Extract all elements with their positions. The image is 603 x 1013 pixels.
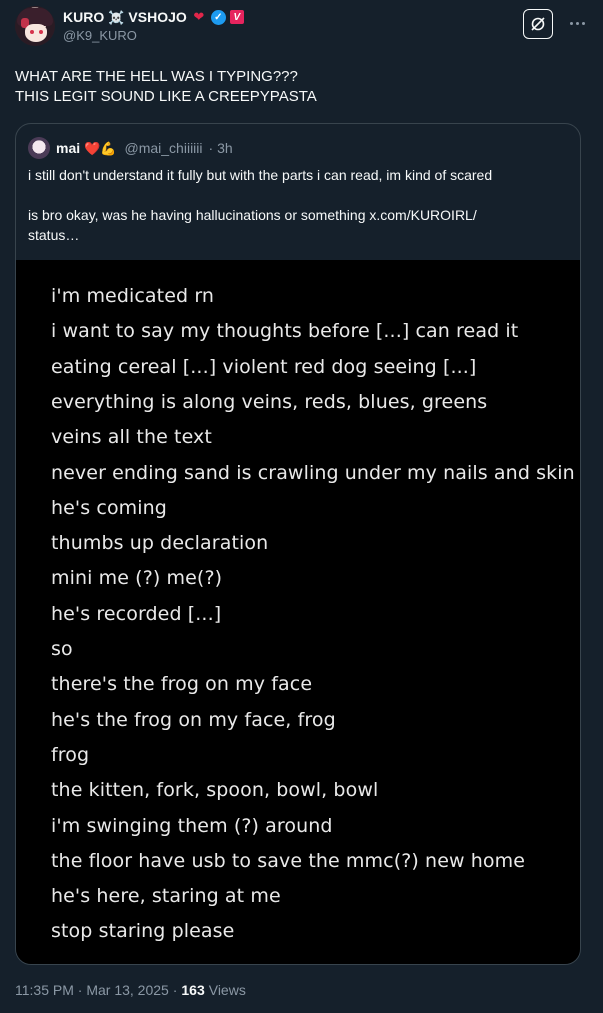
views-count: 163 [181,982,205,998]
tweet-page: KURO ☠️ VSHOJO ❤ ✓ V @K9_KURO WHAT ARE T… [0,0,603,1013]
author-avatar[interactable] [15,6,55,46]
quote-text-line-2: is bro okay, was he having hallucination… [28,207,477,223]
tweet-line-1: WHAT ARE THE HELL WAS I TYPING??? [15,68,298,85]
image-text-line: the kitten, fork, spoon, bowl, bowl [51,779,379,802]
more-icon [569,21,573,25]
image-text-line: i'm medicated rn [51,285,215,307]
quote-author-avatar[interactable] [28,137,50,159]
tweet-text: WHAT ARE THE HELL WAS I TYPING??? THIS L… [15,67,585,107]
image-text-line: he's here, staring at me [51,885,281,908]
image-text-line: everything is along veins, reds, blues, … [51,390,488,413]
image-text-line: i'm swinging them (?) around [51,814,333,837]
quote-text-line-3: status… [28,227,80,243]
quote-text-line-1: i still don't understand it fully but wi… [28,167,493,183]
tweet-header: KURO ☠️ VSHOJO ❤ ✓ V @K9_KURO [15,6,591,50]
image-text-line: frog [51,743,90,766]
skull-emoji: ☠️ [108,9,125,25]
quote-time[interactable]: · 3h [209,140,233,156]
grok-icon [531,17,545,31]
author-handle[interactable]: @K9_KURO [63,28,137,43]
author-name-row[interactable]: KURO ☠️ VSHOJO ❤ ✓ V [63,8,244,26]
quote-name-emoji: ❤️💪 [84,140,117,156]
image-text-line: there's the frog on my face [51,673,313,696]
quote-author-handle[interactable]: @mai_chiiiiii [125,140,203,156]
image-text-line: so [51,638,73,660]
views-label: Views [208,982,246,998]
grok-button[interactable] [523,9,553,39]
tweet-line-2: THIS LEGIT SOUND LIKE A CREEPYPASTA [15,88,317,105]
tweet-timestamp[interactable]: 11:35 PM · Mar 13, 2025 · [15,982,177,998]
image-text-line: thumbs up declaration [51,532,269,555]
image-text-line: i want to say my thoughts before [...] c… [51,320,519,343]
verified-icon[interactable]: ✓ [210,9,226,25]
image-text-line: never ending sand is crawling under my n… [51,461,575,484]
image-text-line: he's coming [51,496,167,519]
author-display-name[interactable]: KURO [63,9,104,25]
quoted-tweet-card[interactable]: mai ❤️💪 @mai_chiiiiii · 3h i still don't… [15,123,581,965]
image-text-line: he's the frog on my face, frog [51,708,336,731]
quote-image[interactable]: i'm medicated rn i want to say my thought… [16,260,580,964]
quote-text: i still don't understand it fully but wi… [28,165,568,245]
vshojo-badge-icon[interactable]: V [229,10,244,24]
image-text-line: veins all the text [51,426,212,449]
image-text-line: mini me (?) me(?) [51,567,223,590]
tweet-meta: 11:35 PM · Mar 13, 2025 · 163 Views [15,982,246,998]
heart-icon: ❤ [193,9,205,24]
quote-header: mai ❤️💪 @mai_chiiiiii · 3h [28,137,233,159]
image-text-line: he's recorded [...] [51,602,222,625]
image-text-line: eating cereal [...] violent red dog seei… [51,355,477,378]
image-text-line: stop staring please [51,920,235,943]
author-org-name[interactable]: VSHOJO [128,9,186,25]
image-text-line: the floor have usb to save the mmc(?) ne… [51,849,526,872]
more-options-button[interactable] [565,12,589,34]
quote-author-name[interactable]: mai [56,140,80,156]
